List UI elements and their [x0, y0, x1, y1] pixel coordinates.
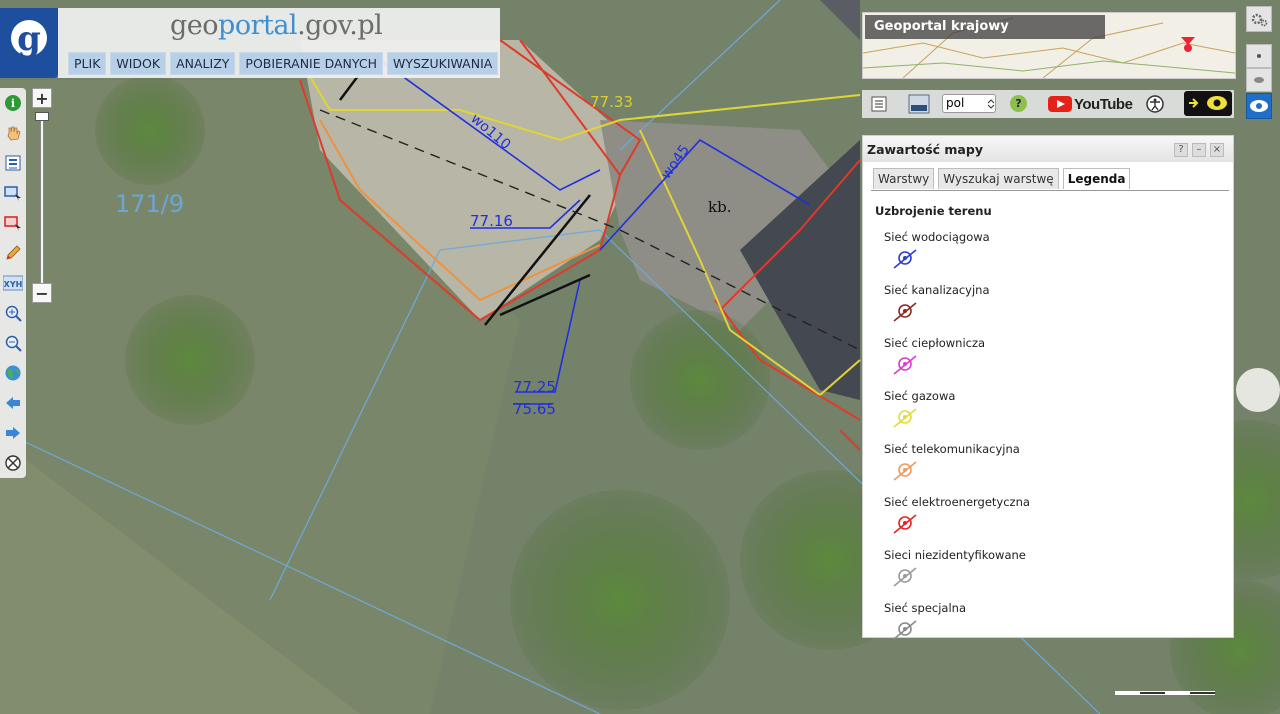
legend-symbol-icon [893, 620, 917, 640]
zoom-control: + − [32, 88, 52, 306]
elevation-label: 77.25 [513, 378, 556, 396]
select-rect-icon[interactable] [3, 183, 23, 203]
zoom-slider-track[interactable] [40, 114, 44, 284]
national-portal-link[interactable]: Geoportal krajowy [862, 12, 1236, 79]
panel-close-button[interactable]: × [1210, 143, 1224, 157]
svg-text:i: i [11, 97, 15, 110]
tab-warstwy[interactable]: Warstwy [873, 168, 935, 189]
contrast-toggle[interactable] [1184, 91, 1232, 116]
pan-hand-icon[interactable] [3, 123, 23, 143]
menu-pobieranie-danych[interactable]: POBIERANIE DANYCH [239, 52, 383, 75]
zoom-slider-handle[interactable] [35, 112, 49, 121]
youtube-label: YouTube [1074, 95, 1133, 113]
zoom-out-button[interactable]: − [32, 283, 52, 303]
brand-part: portal [218, 10, 298, 41]
panel-minimize-button[interactable]: – [1192, 143, 1206, 157]
logo-g-icon: g [11, 19, 47, 59]
chevron-updown-icon [987, 99, 995, 109]
xyh-label: XYH [4, 280, 23, 289]
pencil-icon[interactable] [3, 243, 23, 263]
elevation-label: 77.33 [590, 93, 633, 111]
help-button[interactable]: ? [1010, 95, 1027, 112]
legend-symbol-icon [893, 514, 917, 534]
menu-analizy[interactable]: ANALIZY [170, 52, 236, 75]
legend-item-label: Sieć gazowa [884, 389, 956, 403]
contrast-eye-icon [1189, 96, 1227, 110]
xyh-icon[interactable]: XYH [3, 273, 23, 293]
scale-bar [1115, 691, 1215, 695]
reset-icon[interactable] [3, 453, 23, 473]
legend-symbol-icon [893, 461, 917, 481]
legend-item-label: Sieć elektroenergetyczna [884, 495, 1030, 509]
brand-part: geo [170, 10, 219, 41]
accessibility-icon[interactable] [1145, 94, 1165, 114]
national-portal-title: Geoportal krajowy [865, 15, 1105, 39]
settings-gear-icon[interactable] [1246, 6, 1272, 32]
elevation-label: 75.65 [513, 400, 556, 418]
tab-legenda[interactable]: Legenda [1062, 168, 1131, 189]
brand-title: geoportal.gov.pl [170, 10, 383, 41]
legend-item-label: Sieć kanalizacyjna [884, 283, 990, 297]
legend-item-label: Sieć ciepłownicza [884, 336, 986, 350]
legend-item-label: Sieci niezidentyfikowane [884, 548, 1026, 562]
back-arrow-icon[interactable] [3, 393, 23, 413]
tab-divider [871, 190, 1229, 191]
menu-plik[interactable]: PLIK [68, 52, 107, 75]
left-toolbar: i XYH [0, 88, 26, 478]
wms-icon[interactable] [908, 94, 930, 114]
panel-tabs: Warstwy Wyszukaj warstwę Legenda [873, 168, 1131, 189]
panel-help-button[interactable]: ? [1174, 143, 1188, 157]
zoom-in-icon[interactable] [3, 303, 23, 323]
info-icon[interactable]: i [3, 93, 23, 113]
svg-text:g: g [17, 19, 41, 59]
panel-title: Zawartość mapy [867, 142, 983, 157]
zoom-in-button[interactable]: + [32, 88, 52, 108]
panel-header: Zawartość mapy ? – × [863, 136, 1233, 162]
building-label: kb. [708, 198, 731, 216]
legend-item-label: Sieć wodociągowa [884, 230, 990, 244]
main-menu: PLIK WIDOK ANALIZY POBIERANIE DANYCH WYS… [68, 52, 499, 75]
tab-wyszukaj-warstwe[interactable]: Wyszukaj warstwę [938, 168, 1059, 189]
view-eye-small-icon[interactable] [1246, 68, 1272, 92]
parcel-label: 171/9 [115, 190, 184, 218]
menu-wyszukiwania[interactable]: WYSZUKIWANIA [386, 52, 499, 75]
legend-symbol-icon [893, 408, 917, 428]
zoom-out-icon[interactable] [3, 333, 23, 353]
view-eye-icon[interactable] [1246, 93, 1272, 119]
menu-widok[interactable]: WIDOK [110, 52, 167, 75]
youtube-play-icon [1048, 96, 1072, 112]
elevation-label: 77.16 [470, 212, 513, 230]
youtube-link[interactable]: YouTube [1048, 94, 1133, 114]
select-red-icon[interactable] [3, 213, 23, 233]
geoportal-logo[interactable]: g [0, 8, 58, 78]
globe-icon[interactable] [3, 363, 23, 383]
legend-title: Uzbrojenie terenu [875, 204, 992, 218]
print-list-icon[interactable] [870, 95, 888, 113]
map-contents-panel: Zawartość mapy ? – × Warstwy Wyszukaj wa… [862, 135, 1234, 640]
legend-symbol-icon [893, 355, 917, 375]
brand-part: .gov.pl [297, 10, 383, 41]
legend-item-label: Sieć specjalna [884, 601, 967, 615]
legend-item-label: Sieć telekomunikacyjna [884, 442, 1020, 456]
top-tools-row: pol ? YouTube [862, 90, 1234, 118]
layers-list-icon[interactable] [3, 153, 23, 173]
legend-symbol-icon [893, 302, 917, 322]
legend-symbol-icon [893, 249, 917, 269]
forward-arrow-icon[interactable] [3, 423, 23, 443]
legend-symbol-icon [893, 567, 917, 587]
minimize-button[interactable] [1246, 44, 1272, 68]
